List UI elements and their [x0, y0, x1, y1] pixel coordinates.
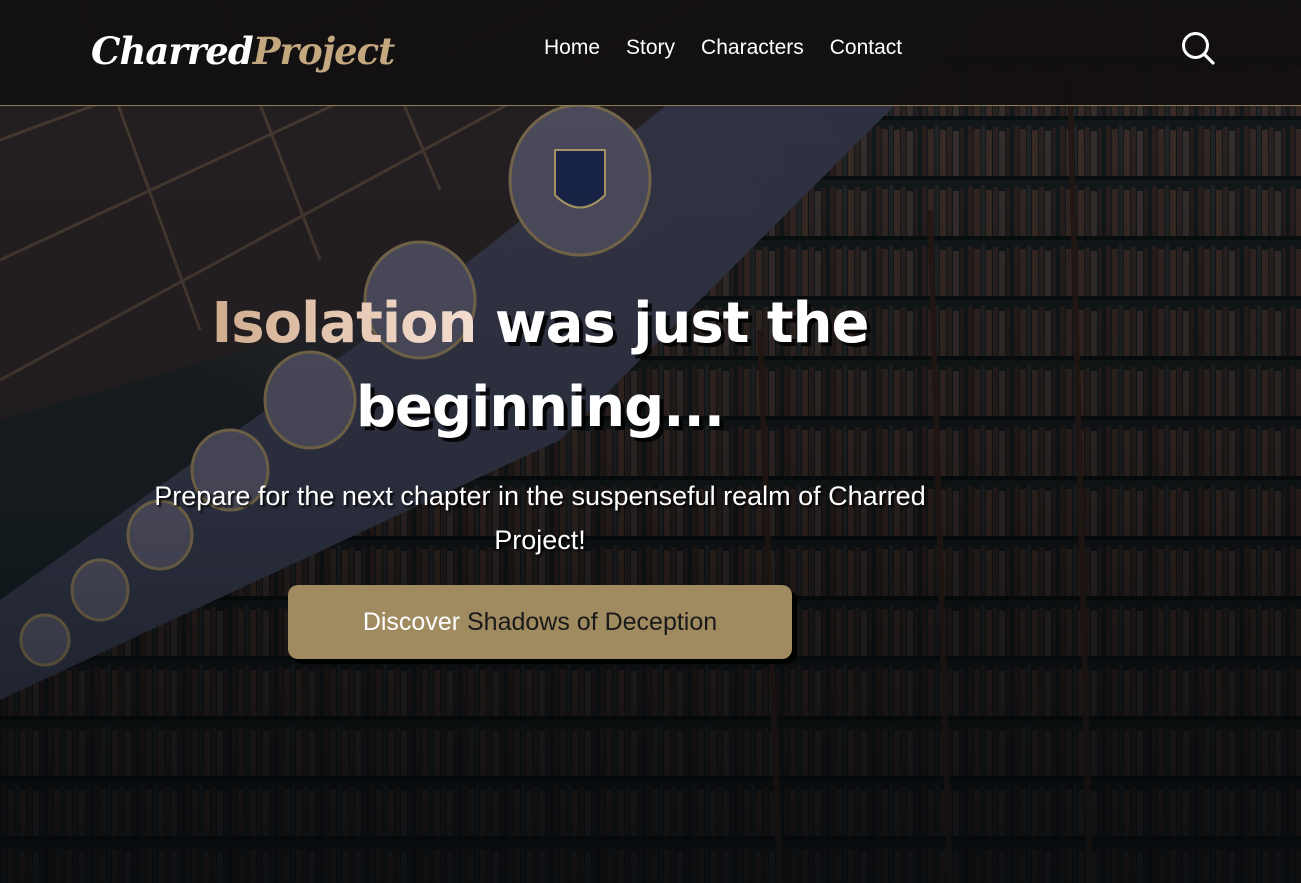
main-nav: Home Story Characters Contact — [544, 33, 902, 63]
cta-label-discover: Discover — [362, 607, 467, 636]
nav-link-story[interactable]: Story — [626, 33, 675, 63]
search-button[interactable] — [1180, 30, 1216, 66]
logo-text-charred: Charred — [91, 29, 254, 73]
top-navbar: CharredProject Home Story Characters Con… — [0, 0, 1301, 106]
nav-link-contact[interactable]: Contact — [830, 33, 902, 63]
site-logo[interactable]: CharredProject — [91, 26, 396, 76]
cta-label-title: Shadows of Deception — [467, 607, 718, 636]
search-icon — [1182, 32, 1215, 65]
hero-title-highlight: Isolation — [211, 291, 477, 356]
landing-page: CharredProject Home Story Characters Con… — [0, 0, 1301, 883]
hero-subtitle: Prepare for the next chapter in the susp… — [154, 481, 926, 555]
nav-link-home[interactable]: Home — [544, 33, 600, 63]
nav-link-characters[interactable]: Characters — [701, 33, 804, 63]
discover-cta-button[interactable]: Discover Shadows of Deception — [288, 585, 792, 659]
logo-text-project: Project — [252, 29, 396, 73]
hero-title: Isolation was just the beginning... — [140, 282, 940, 450]
